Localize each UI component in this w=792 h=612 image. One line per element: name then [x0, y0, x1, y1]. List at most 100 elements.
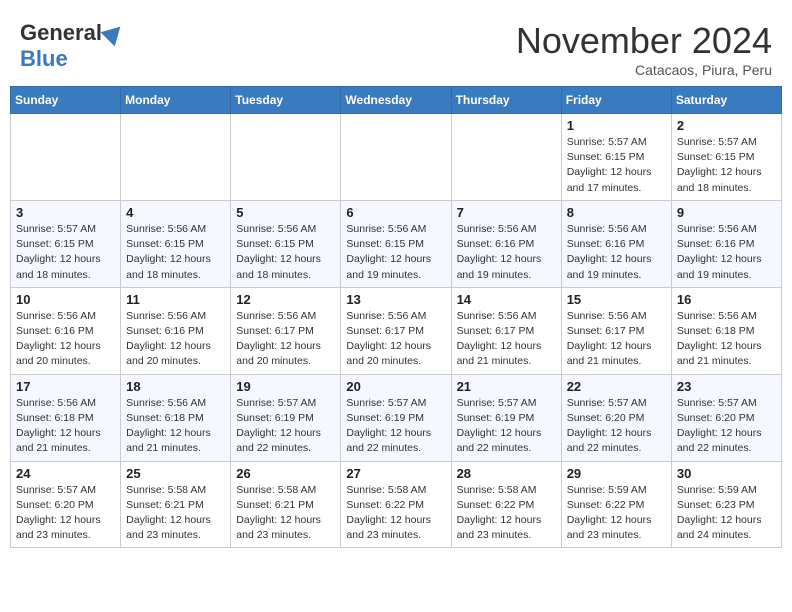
column-header-tuesday: Tuesday: [231, 87, 341, 114]
month-title: November 2024: [516, 20, 772, 62]
logo-triangle: [101, 20, 128, 47]
calendar-cell: 24 Sunrise: 5:57 AM Sunset: 6:20 PM Dayli…: [11, 461, 121, 548]
calendar-cell: [121, 114, 231, 201]
day-number: 14: [457, 292, 556, 307]
day-info: Sunrise: 5:56 AM Sunset: 6:17 PM Dayligh…: [567, 309, 666, 370]
day-info: Sunrise: 5:56 AM Sunset: 6:18 PM Dayligh…: [16, 396, 115, 457]
day-number: 25: [126, 466, 225, 481]
day-number: 15: [567, 292, 666, 307]
calendar-cell: 19 Sunrise: 5:57 AM Sunset: 6:19 PM Dayli…: [231, 374, 341, 461]
calendar-cell: 29 Sunrise: 5:59 AM Sunset: 6:22 PM Dayli…: [561, 461, 671, 548]
day-number: 3: [16, 205, 115, 220]
day-number: 26: [236, 466, 335, 481]
day-number: 17: [16, 379, 115, 394]
day-number: 13: [346, 292, 445, 307]
week-row-5: 24 Sunrise: 5:57 AM Sunset: 6:20 PM Dayli…: [11, 461, 782, 548]
calendar-cell: 3Sunrise: 5:57 AM Sunset: 6:15 PM Daylig…: [11, 200, 121, 287]
day-number: 30: [677, 466, 776, 481]
day-number: 12: [236, 292, 335, 307]
calendar-cell: 6 Sunrise: 5:56 AM Sunset: 6:15 PM Daylig…: [341, 200, 451, 287]
day-info: Sunrise: 5:57 AM Sunset: 6:19 PM Dayligh…: [236, 396, 335, 457]
day-info: Sunrise: 5:58 AM Sunset: 6:21 PM Dayligh…: [126, 483, 225, 544]
calendar-cell: 26 Sunrise: 5:58 AM Sunset: 6:21 PM Dayli…: [231, 461, 341, 548]
day-number: 19: [236, 379, 335, 394]
day-number: 24: [16, 466, 115, 481]
day-number: 29: [567, 466, 666, 481]
day-info: Sunrise: 5:58 AM Sunset: 6:22 PM Dayligh…: [346, 483, 445, 544]
location: Catacaos, Piura, Peru: [516, 62, 772, 78]
day-number: 22: [567, 379, 666, 394]
calendar-cell: 30 Sunrise: 5:59 AM Sunset: 6:23 PM Dayli…: [671, 461, 781, 548]
calendar-cell: 2Sunrise: 5:57 AM Sunset: 6:15 PM Daylig…: [671, 114, 781, 201]
day-info: Sunrise: 5:56 AM Sunset: 6:16 PM Dayligh…: [677, 222, 776, 283]
day-number: 4: [126, 205, 225, 220]
calendar-cell: 1Sunrise: 5:57 AM Sunset: 6:15 PM Daylig…: [561, 114, 671, 201]
calendar-cell: 20Sunrise: 5:57 AM Sunset: 6:19 PM Dayli…: [341, 374, 451, 461]
day-info: Sunrise: 5:56 AM Sunset: 6:15 PM Dayligh…: [346, 222, 445, 283]
day-info: Sunrise: 5:56 AM Sunset: 6:15 PM Dayligh…: [126, 222, 225, 283]
week-row-1: 1 Sunrise: 5:57 AM Sunset: 6:15 PM Daylig…: [11, 114, 782, 201]
column-header-monday: Monday: [121, 87, 231, 114]
day-info: Sunrise: 5:59 AM Sunset: 6:22 PM Dayligh…: [567, 483, 666, 544]
calendar-cell: 15 Sunrise: 5:56 AM Sunset: 6:17 PM Dayli…: [561, 287, 671, 374]
day-number: 7: [457, 205, 556, 220]
calendar-cell: 4 Sunrise: 5:56 AM Sunset: 6:15 PM Daylig…: [121, 200, 231, 287]
day-number: 5: [236, 205, 335, 220]
day-number: 1: [567, 118, 666, 133]
calendar-cell: [451, 114, 561, 201]
day-info: Sunrise: 5:56 AM Sunset: 6:16 PM Dayligh…: [126, 309, 225, 370]
day-info: Sunrise: 5:56 AM Sunset: 6:15 PM Dayligh…: [236, 222, 335, 283]
column-header-saturday: Saturday: [671, 87, 781, 114]
day-info: Sunrise: 5:57 AM Sunset: 6:19 PM Dayligh…: [457, 396, 556, 457]
day-info: Sunrise: 5:56 AM Sunset: 6:16 PM Dayligh…: [16, 309, 115, 370]
calendar-body: 1 Sunrise: 5:57 AM Sunset: 6:15 PM Daylig…: [11, 114, 782, 548]
week-row-2: 3Sunrise: 5:57 AM Sunset: 6:15 PM Daylig…: [11, 200, 782, 287]
calendar-cell: 27 Sunrise: 5:58 AM Sunset: 6:22 PM Dayli…: [341, 461, 451, 548]
day-info: Sunrise: 5:57 AM Sunset: 6:15 PM Dayligh…: [677, 135, 776, 196]
logo-general: General: [20, 20, 102, 46]
calendar-cell: [341, 114, 451, 201]
day-info: Sunrise: 5:59 AM Sunset: 6:23 PM Dayligh…: [677, 483, 776, 544]
day-number: 16: [677, 292, 776, 307]
calendar-cell: 11 Sunrise: 5:56 AM Sunset: 6:16 PM Dayli…: [121, 287, 231, 374]
day-info: Sunrise: 5:56 AM Sunset: 6:17 PM Dayligh…: [236, 309, 335, 370]
day-info: Sunrise: 5:57 AM Sunset: 6:20 PM Dayligh…: [677, 396, 776, 457]
day-number: 6: [346, 205, 445, 220]
calendar-cell: 9Sunrise: 5:56 AM Sunset: 6:16 PM Daylig…: [671, 200, 781, 287]
day-number: 23: [677, 379, 776, 394]
day-number: 11: [126, 292, 225, 307]
day-number: 18: [126, 379, 225, 394]
logo: General Blue: [20, 20, 124, 72]
day-info: Sunrise: 5:56 AM Sunset: 6:16 PM Dayligh…: [567, 222, 666, 283]
calendar-cell: [11, 114, 121, 201]
day-info: Sunrise: 5:56 AM Sunset: 6:16 PM Dayligh…: [457, 222, 556, 283]
calendar-cell: 8 Sunrise: 5:56 AM Sunset: 6:16 PM Daylig…: [561, 200, 671, 287]
day-number: 28: [457, 466, 556, 481]
calendar-cell: 7 Sunrise: 5:56 AM Sunset: 6:16 PM Daylig…: [451, 200, 561, 287]
header: General Blue November 2024 Catacaos, Piu…: [10, 10, 782, 86]
column-header-sunday: Sunday: [11, 87, 121, 114]
calendar-cell: 5 Sunrise: 5:56 AM Sunset: 6:15 PM Daylig…: [231, 200, 341, 287]
day-info: Sunrise: 5:58 AM Sunset: 6:21 PM Dayligh…: [236, 483, 335, 544]
day-number: 27: [346, 466, 445, 481]
day-info: Sunrise: 5:56 AM Sunset: 6:18 PM Dayligh…: [677, 309, 776, 370]
calendar-cell: 28 Sunrise: 5:58 AM Sunset: 6:22 PM Dayli…: [451, 461, 561, 548]
day-info: Sunrise: 5:56 AM Sunset: 6:18 PM Dayligh…: [126, 396, 225, 457]
calendar-cell: 10 Sunrise: 5:56 AM Sunset: 6:16 PM Dayli…: [11, 287, 121, 374]
calendar-cell: 21Sunrise: 5:57 AM Sunset: 6:19 PM Dayli…: [451, 374, 561, 461]
day-number: 10: [16, 292, 115, 307]
day-info: Sunrise: 5:58 AM Sunset: 6:22 PM Dayligh…: [457, 483, 556, 544]
day-info: Sunrise: 5:56 AM Sunset: 6:17 PM Dayligh…: [346, 309, 445, 370]
calendar-cell: 12 Sunrise: 5:56 AM Sunset: 6:17 PM Dayli…: [231, 287, 341, 374]
day-info: Sunrise: 5:57 AM Sunset: 6:20 PM Dayligh…: [567, 396, 666, 457]
day-info: Sunrise: 5:57 AM Sunset: 6:20 PM Dayligh…: [16, 483, 115, 544]
day-info: Sunrise: 5:56 AM Sunset: 6:17 PM Dayligh…: [457, 309, 556, 370]
logo-blue: Blue: [20, 46, 68, 72]
calendar-cell: 25 Sunrise: 5:58 AM Sunset: 6:21 PM Dayli…: [121, 461, 231, 548]
day-number: 20: [346, 379, 445, 394]
day-number: 8: [567, 205, 666, 220]
calendar-cell: 18 Sunrise: 5:56 AM Sunset: 6:18 PM Dayli…: [121, 374, 231, 461]
calendar-cell: 16 Sunrise: 5:56 AM Sunset: 6:18 PM Dayli…: [671, 287, 781, 374]
calendar-table: SundayMondayTuesdayWednesdayThursdayFrid…: [10, 86, 782, 548]
column-header-thursday: Thursday: [451, 87, 561, 114]
